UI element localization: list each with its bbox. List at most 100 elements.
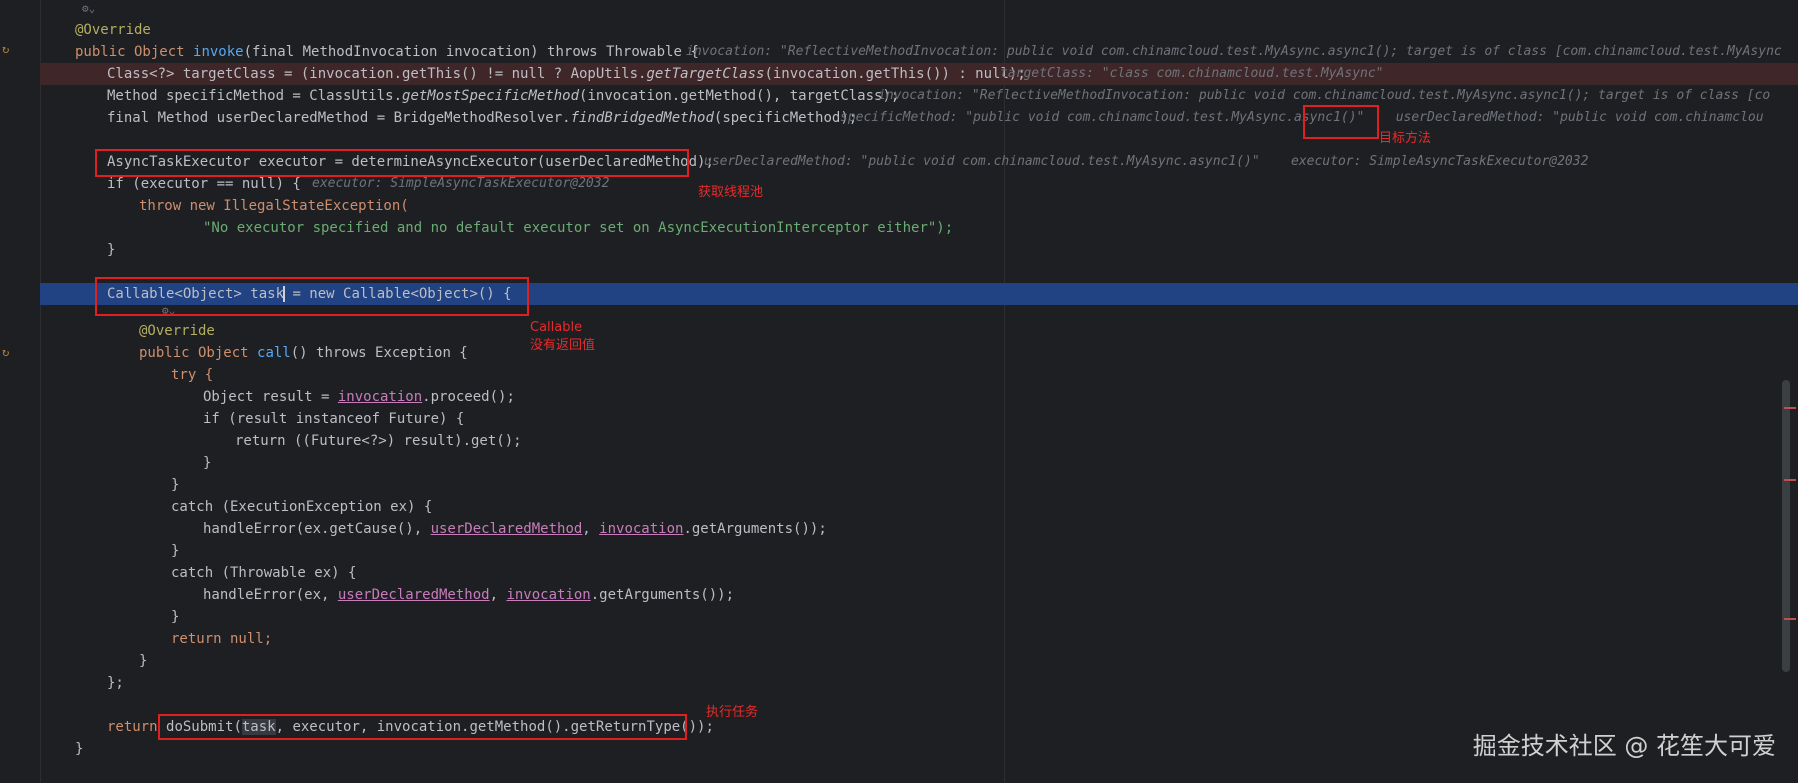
code-line[interactable]: catch (ExecutionException ex) {	[40, 496, 1798, 518]
inlay-settings-icon[interactable]: ⚙⌄	[82, 2, 95, 15]
note-no-return: 没有返回值	[530, 338, 596, 353]
code-text: catch (ExecutionException ex) {	[171, 499, 433, 515]
code-text: final Method userDeclaredMethod = Bridge…	[107, 110, 571, 126]
annotation-token: @Override	[75, 22, 151, 38]
code-text: }	[171, 609, 180, 625]
code-line[interactable]: }	[40, 239, 1798, 261]
code-line[interactable]: "No executor specified and no default ex…	[40, 217, 1798, 239]
code-text: try {	[171, 367, 214, 383]
code-text: };	[107, 675, 124, 691]
code-line[interactable]: final Method userDeclaredMethod = Bridge…	[40, 107, 1798, 129]
code-text: () throws Exception {	[290, 345, 468, 361]
code-line[interactable]: try {	[40, 364, 1798, 386]
note-target-method: 目标方法	[1379, 131, 1432, 146]
code-text: catch (Throwable ex) {	[171, 565, 357, 581]
watermark: 掘金技术社区 @ 花笙大可爱	[1472, 732, 1776, 760]
code-text: handleError(ex.getCause(),	[203, 521, 431, 537]
string-literal: "No executor specified and no default ex…	[203, 220, 954, 236]
code-text: .proceed();	[422, 389, 515, 405]
override-gutter-icon-2[interactable]: ↻	[2, 345, 9, 359]
code-italic: getMostSpecificMethod	[402, 88, 580, 104]
dosubmit-box	[158, 714, 687, 740]
code-line[interactable]: public Object call() throws Exception {	[40, 342, 1798, 364]
code-text: return ((Future<?>) result).get();	[235, 433, 522, 449]
captured-variable: invocation	[337, 389, 423, 405]
code-text: .getArguments());	[590, 587, 735, 603]
captured-variable: invocation	[599, 521, 684, 537]
code-text: }	[75, 741, 84, 757]
code-line[interactable]: return null;	[40, 628, 1798, 650]
code-text: (final MethodInvocation invocation) thro…	[243, 44, 699, 60]
code-text: return null;	[171, 631, 273, 647]
code-text: }	[171, 543, 180, 559]
code-text: }	[171, 477, 180, 493]
code-line[interactable]: }	[40, 606, 1798, 628]
debug-inline-value: specificMethod: "public void com.chinamc…	[840, 110, 1764, 125]
target-method-box	[1303, 105, 1379, 139]
code-text: Method specificMethod = ClassUtils.	[107, 88, 403, 104]
code-line[interactable]: catch (Throwable ex) {	[40, 562, 1798, 584]
code-line[interactable]: throw new IllegalStateException(	[40, 195, 1798, 217]
method-name: call	[257, 345, 291, 361]
code-text: handleError(ex,	[203, 587, 338, 603]
scroll-marker	[1784, 407, 1796, 409]
code-text: handleError(ex.getCause(), userDeclaredM…	[203, 518, 827, 540]
code-line[interactable]: handleError(ex.getCause(), userDeclaredM…	[40, 518, 1798, 540]
code-text: (invocation.getMethod(), targetClass);	[579, 88, 900, 104]
code-line[interactable]: if (result instanceof Future) {	[40, 408, 1798, 430]
code-line[interactable]: }	[40, 452, 1798, 474]
code-text: }	[107, 242, 116, 258]
note-get-pool: 获取线程池	[698, 185, 764, 200]
code-text: ,	[489, 587, 507, 603]
code-text: throw new IllegalStateException(	[139, 198, 409, 214]
debug-inline-value: invocation: "ReflectiveMethodInvocation:…	[686, 44, 1782, 59]
callable-box	[95, 277, 529, 316]
scroll-marker	[1784, 618, 1796, 620]
code-text: final Method userDeclaredMethod = Bridge…	[107, 107, 857, 129]
code-line[interactable]: @Override	[40, 320, 1798, 342]
code-text: }	[203, 455, 212, 471]
code-text: .getArguments());	[683, 521, 827, 537]
method-name: invoke	[193, 44, 244, 60]
code-text: ,	[582, 521, 600, 537]
code-italic: getTargetClass	[646, 66, 765, 82]
code-line[interactable]: }	[40, 540, 1798, 562]
code-text: (invocation.getThis()) : null);	[764, 66, 1026, 82]
code-text: Method specificMethod = ClassUtils.getMo…	[107, 85, 899, 107]
code-line-breakpoint[interactable]: Class<?> targetClass = (invocation.getTh…	[40, 63, 1798, 85]
code-italic: findBridgedMethod	[570, 110, 714, 126]
debug-inline-value: targetClass: "class com.chinamcloud.test…	[1000, 66, 1384, 81]
code-text: Class<?> targetClass = (invocation.getTh…	[107, 63, 1026, 85]
code-line[interactable]: Object result = invocation.proceed();	[40, 386, 1798, 408]
annotation-token: @Override	[139, 323, 215, 339]
code-line[interactable]: };	[40, 672, 1798, 694]
note-execute-task: 执行任务	[706, 705, 759, 720]
override-gutter-icon[interactable]: ↻	[2, 42, 9, 56]
vertical-scrollbar[interactable]	[1782, 380, 1790, 672]
code-text: Object result = invocation.proceed();	[203, 386, 515, 408]
executor-box	[95, 149, 689, 177]
code-text: }	[139, 653, 148, 669]
code-line[interactable]: handleError(ex, userDeclaredMethod, invo…	[40, 584, 1798, 606]
debug-inline-value: userDeclaredMethod: "public void com.chi…	[704, 154, 1589, 169]
method-signature: public Object call() throws Exception {	[139, 342, 468, 364]
code-line[interactable]: }	[40, 650, 1798, 672]
debug-inline-value: invocation: "ReflectiveMethodInvocation:…	[878, 88, 1771, 103]
code-line[interactable]: Method specificMethod = ClassUtils.getMo…	[40, 85, 1798, 107]
code-line[interactable]: return ((Future<?>) result).get();	[40, 430, 1798, 452]
code-line[interactable]: @Override	[40, 19, 1798, 41]
code-text: handleError(ex, userDeclaredMethod, invo…	[203, 584, 734, 606]
scroll-marker	[1784, 479, 1796, 481]
note-callable: Callable	[530, 320, 583, 335]
kw: public Object	[139, 345, 258, 361]
captured-variable: userDeclaredMethod	[430, 521, 583, 537]
editor-gutter	[0, 0, 41, 783]
code-text: Object result =	[203, 389, 338, 405]
code-text: if (result instanceof Future) {	[203, 411, 465, 427]
kw: public Object	[75, 44, 194, 60]
captured-variable: userDeclaredMethod	[337, 587, 490, 603]
code-text: Class<?> targetClass = (invocation.getTh…	[107, 66, 647, 82]
method-signature: public Object invoke(final MethodInvocat…	[75, 41, 699, 63]
code-line[interactable]: }	[40, 474, 1798, 496]
code-line[interactable]: public Object invoke(final MethodInvocat…	[40, 41, 1798, 63]
